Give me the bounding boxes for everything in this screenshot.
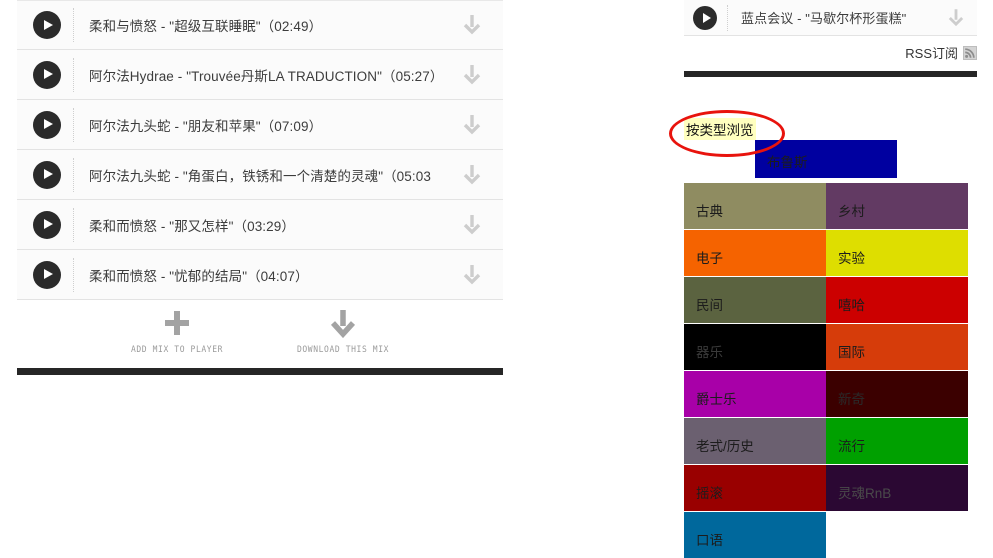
play-icon[interactable] [33,60,61,89]
genre-tile-spoken[interactable]: 口语 [684,512,826,558]
genre-label: 灵魂RnB [838,486,892,501]
genre-row: 爵士乐 新奇 [684,371,968,417]
genre-tile-instrumental[interactable]: 器乐 [684,324,826,370]
genre-label: 国际 [838,345,865,360]
genre-tile-blues[interactable]: 布鲁斯 [755,140,897,178]
table-row[interactable]: 柔和而愤怒 - "忧郁的结局"（04:07） [17,250,503,300]
genre-row: 器乐 国际 [684,324,968,370]
row-divider [73,8,75,42]
table-row[interactable]: 柔和与愤怒 - "超级互联睡眠"（02:49） [17,0,503,50]
genre-tile-experimental[interactable]: 实验 [826,230,968,276]
download-arrow-icon[interactable] [937,6,971,30]
genre-label: 古典 [696,204,723,219]
row-divider [73,207,75,242]
genre-row: 老式/历史 流行 [684,418,968,464]
add-mix-to-player-button[interactable]: ADD MIX TO PLAYER [123,308,231,355]
play-icon[interactable] [33,210,61,239]
download-arrow-icon[interactable] [453,63,493,87]
track-title: 阿尔法九头蛇 - "朋友和苹果"（07:09） [89,118,323,134]
genre-label: 口语 [696,533,723,548]
track-title: 阿尔法Hydrae - "Trouvée丹斯LA TRADUCTION"（05:… [89,68,444,84]
row-divider [73,57,75,92]
right-section-divider [684,71,977,77]
plus-icon [123,308,231,342]
download-this-mix-button[interactable]: DOWNLOAD THIS MIX [289,308,397,355]
genre-tile-oldtime-historic[interactable]: 老式/历史 [684,418,826,464]
download-this-mix-label: DOWNLOAD THIS MIX [296,344,390,355]
genre-label: 乡村 [838,204,865,219]
table-row[interactable]: 蓝点会议 - "马歇尔杯形蛋糕" [684,0,977,36]
genre-label: 民间 [696,298,723,313]
track-title: 柔和而愤怒 - "那又怎样"（03:29） [89,218,295,234]
table-row[interactable]: 阿尔法九头蛇 - "角蛋白，铁锈和一个清楚的灵魂"（05:03 [17,150,503,200]
play-icon[interactable] [33,11,61,39]
play-icon[interactable] [33,260,61,289]
genre-row: 古典 乡村 [684,183,968,229]
download-arrow-icon [289,308,397,342]
track-title: 柔和与愤怒 - "超级互联睡眠"（02:49） [89,19,323,34]
genre-tile-jazz[interactable]: 爵士乐 [684,371,826,417]
playlist-actions: ADD MIX TO PLAYER DOWNLOAD THIS MIX [17,300,503,362]
row-divider [73,257,75,292]
genre-label: 实验 [838,251,865,266]
genre-tile-electronic[interactable]: 电子 [684,230,826,276]
table-row[interactable]: 阿尔法Hydrae - "Trouvée丹斯LA TRADUCTION"（05:… [17,50,503,100]
genre-grid: 古典 乡村 电子 实验 民间 嘻哈 器乐 国际 爵士乐 新奇 老式/历史 流行 … [684,183,968,558]
genre-tile-novelty[interactable]: 新奇 [826,371,968,417]
genre-tile-hiphop[interactable]: 嘻哈 [826,277,968,323]
table-row[interactable]: 阿尔法九头蛇 - "朋友和苹果"（07:09） [17,100,503,150]
genre-tile-international[interactable]: 国际 [826,324,968,370]
genre-tile-folk[interactable]: 民间 [684,277,826,323]
genre-label: 流行 [838,439,865,454]
genre-label: 爵士乐 [696,392,737,407]
genre-tile-country[interactable]: 乡村 [826,183,968,229]
genre-label: 老式/历史 [696,439,754,454]
genre-label: 布鲁斯 [767,155,808,170]
genre-tile-rock[interactable]: 摇滚 [684,465,826,511]
play-icon[interactable] [693,5,717,30]
playlist-panel: 柔和与愤怒 - "超级互联睡眠"（02:49） 阿尔法Hydrae - "Tro… [17,0,503,300]
row-divider [73,157,75,192]
play-icon[interactable] [33,160,61,189]
download-arrow-icon[interactable] [453,263,493,287]
genre-row: 民间 嘻哈 [684,277,968,323]
track-title: 阿尔法九头蛇 - "角蛋白，铁锈和一个清楚的灵魂"（05:03 [89,168,431,184]
genre-row: 口语 [684,512,968,558]
genre-tile-empty [826,512,968,558]
genre-label: 嘻哈 [838,298,865,313]
rss-subscribe-link[interactable]: RSS订阅 [684,43,977,62]
left-section-divider [17,368,503,375]
row-divider [727,4,729,31]
table-row[interactable]: 柔和而愤怒 - "那又怎样"（03:29） [17,200,503,250]
add-mix-to-player-label: ADD MIX TO PLAYER [130,344,224,355]
rss-label: RSS订阅 [905,46,958,61]
page-title: 按类型浏览 [684,118,756,140]
download-arrow-icon[interactable] [453,13,493,37]
genre-label: 摇滚 [696,486,723,501]
rss-icon[interactable] [963,45,977,60]
genre-tile-pop[interactable]: 流行 [826,418,968,464]
row-divider [73,107,75,142]
track-title: 柔和而愤怒 - "忧郁的结局"（04:07） [89,268,309,284]
genre-label: 电子 [696,251,723,266]
download-arrow-icon[interactable] [453,213,493,237]
download-arrow-icon[interactable] [453,163,493,187]
genre-tile-soul-rnb[interactable]: 灵魂RnB [826,465,968,511]
genre-label: 器乐 [696,345,723,360]
genre-row: 电子 实验 [684,230,968,276]
right-playlist-panel: 蓝点会议 - "马歇尔杯形蛋糕" [684,0,977,36]
genre-row: 摇滚 灵魂RnB [684,465,968,511]
download-arrow-icon[interactable] [453,113,493,137]
genre-tile-classical[interactable]: 古典 [684,183,826,229]
genre-label: 新奇 [838,392,865,407]
play-icon[interactable] [33,110,61,139]
track-title: 蓝点会议 - "马歇尔杯形蛋糕" [741,11,907,26]
